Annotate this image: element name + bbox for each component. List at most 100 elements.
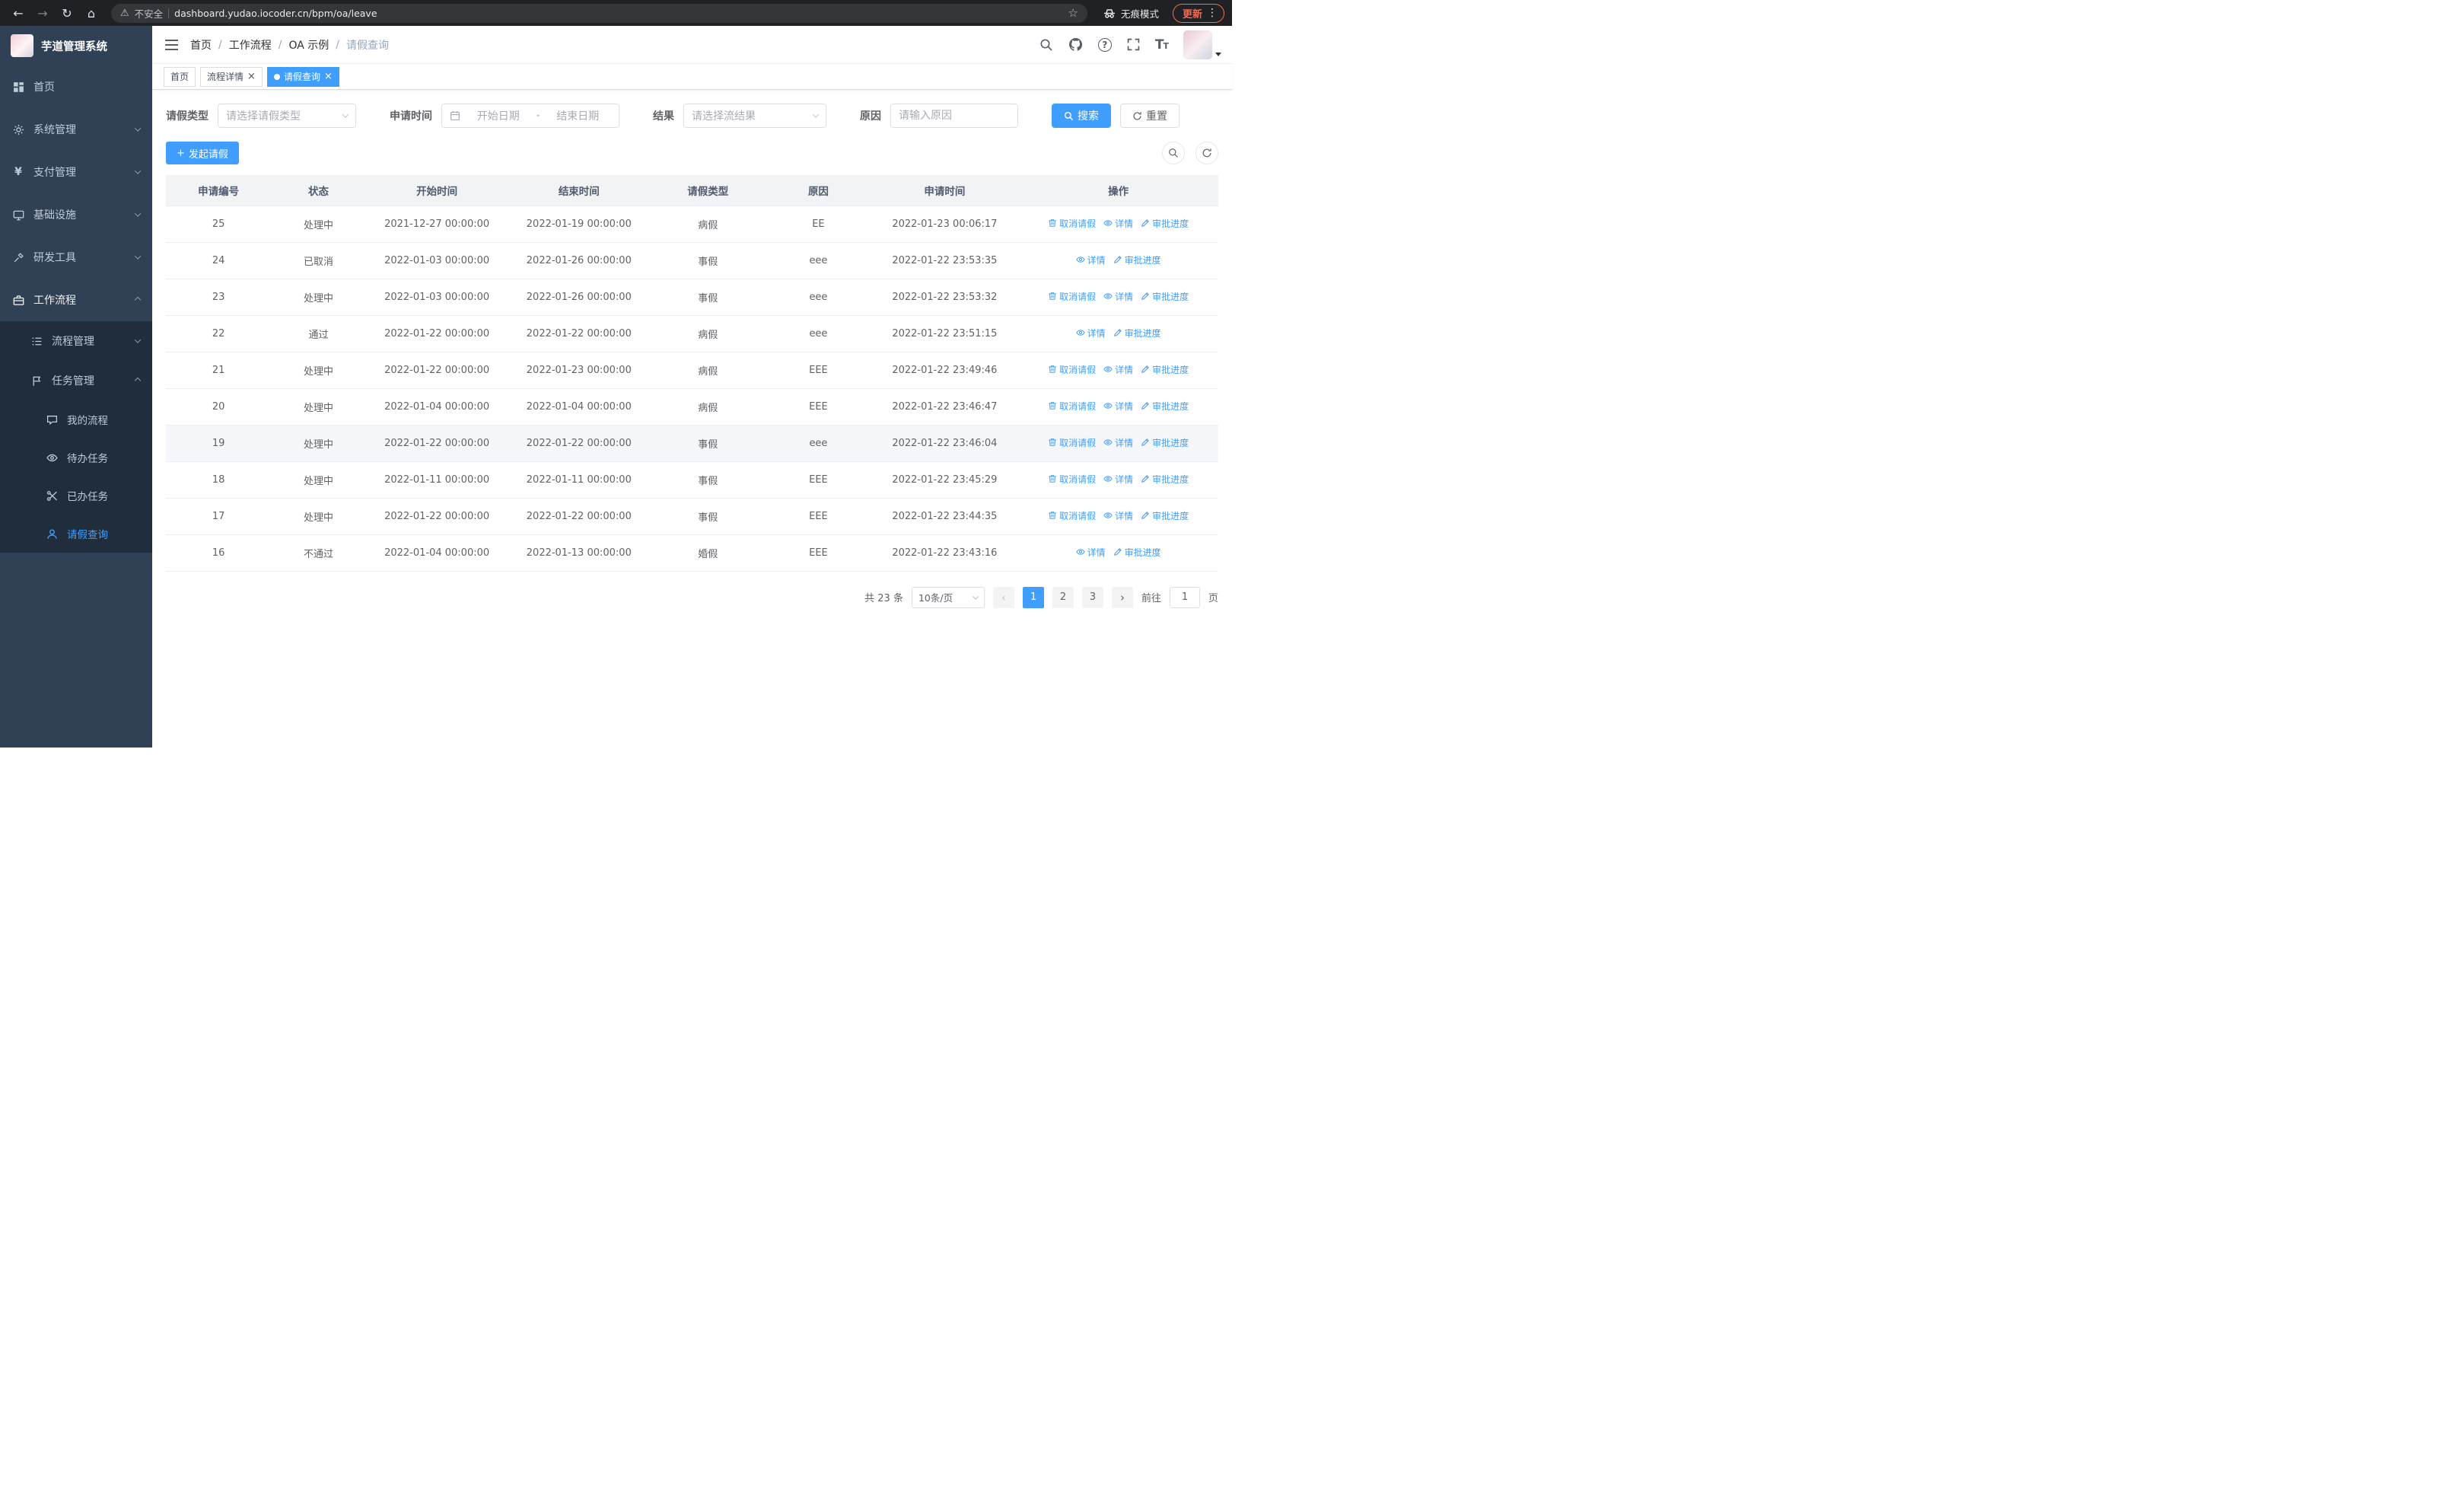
- incognito-label: 无痕模式: [1120, 8, 1159, 20]
- audit-progress-link[interactable]: 审批进度: [1141, 436, 1189, 449]
- reason-input[interactable]: [890, 104, 1018, 128]
- total-count: 共 23 条: [864, 593, 903, 604]
- github-icon[interactable]: [1068, 37, 1083, 52]
- detail-link[interactable]: 详情: [1103, 217, 1133, 230]
- browser-back-icon[interactable]: ←: [8, 2, 29, 24]
- page-button-1[interactable]: 1: [1022, 586, 1044, 608]
- caret-down-icon: [1215, 52, 1221, 56]
- page-button-3[interactable]: 3: [1081, 586, 1103, 608]
- user-menu[interactable]: [1183, 30, 1221, 59]
- breadcrumb-item[interactable]: OA 示例: [288, 37, 329, 53]
- leave-id-cell: 17: [166, 498, 272, 535]
- detail-link[interactable]: 详情: [1103, 509, 1133, 522]
- detail-link[interactable]: 详情: [1103, 473, 1133, 486]
- detail-link[interactable]: 详情: [1075, 327, 1106, 339]
- audit-progress-link[interactable]: 审批进度: [1113, 253, 1161, 266]
- fullscreen-icon[interactable]: [1127, 38, 1140, 51]
- cancel-leave-link[interactable]: 取消请假: [1048, 436, 1096, 449]
- audit-progress-link[interactable]: 审批进度: [1141, 473, 1189, 486]
- result-select[interactable]: 请选择流结果: [683, 104, 826, 128]
- next-page-button[interactable]: ›: [1111, 586, 1133, 608]
- reset-button[interactable]: 重置: [1120, 104, 1179, 128]
- sidebar-item-workflow[interactable]: 工作流程: [0, 279, 152, 321]
- font-size-icon[interactable]: TT: [1155, 37, 1169, 53]
- tab-leave-query[interactable]: 请假查询 ×: [266, 66, 339, 87]
- detail-link[interactable]: 详情: [1103, 290, 1133, 303]
- help-icon[interactable]: ?: [1097, 37, 1112, 52]
- audit-progress-link[interactable]: 审批进度: [1141, 363, 1189, 376]
- detail-link[interactable]: 详情: [1103, 436, 1133, 449]
- browser-home-icon[interactable]: ⌂: [81, 2, 102, 24]
- avatar[interactable]: [1183, 30, 1212, 59]
- audit-progress-link[interactable]: 审批进度: [1141, 290, 1189, 303]
- sidebar-item-leave-query[interactable]: 请假查询: [0, 515, 152, 553]
- table-row: 21 处理中 2022-01-22 00:00:00 2022-01-23 00:00…: [166, 352, 1218, 389]
- close-icon[interactable]: ×: [324, 72, 333, 81]
- sidebar-item-label: 已办任务: [67, 491, 108, 503]
- toggle-search-icon[interactable]: [1162, 142, 1185, 164]
- breadcrumb-item[interactable]: 首页: [190, 37, 212, 53]
- sidebar-item-label: 待办任务: [67, 453, 108, 465]
- leave-type-cell: 事假: [650, 461, 766, 499]
- browser-reload-icon[interactable]: ↻: [56, 2, 78, 24]
- search-icon[interactable]: [1039, 38, 1053, 52]
- browser-forward-icon[interactable]: →: [32, 2, 53, 24]
- sidebar-item-infrastructure[interactable]: 基础设施: [0, 193, 152, 236]
- browser-menu-icon[interactable]: ⋮: [1207, 7, 1218, 19]
- apply-time-cell: 2022-01-22 23:46:47: [871, 388, 1019, 426]
- sidebar-item-label: 支付管理: [33, 167, 76, 179]
- table-header-row: 申请编号 状态 开始时间 结束时间 请假类型 原因 申请时间 操作: [166, 175, 1218, 206]
- table-row: 19 处理中 2022-01-22 00:00:00 2022-01-22 00:00…: [166, 425, 1218, 462]
- eye-icon: [1103, 292, 1113, 301]
- sidebar-item-done-tasks[interactable]: 已办任务: [0, 477, 152, 515]
- breadcrumb-item[interactable]: 工作流程: [229, 37, 272, 53]
- cancel-leave-link[interactable]: 取消请假: [1048, 290, 1096, 303]
- leave-type-select[interactable]: 请选择请假类型: [218, 104, 356, 128]
- audit-progress-link[interactable]: 审批进度: [1141, 509, 1189, 522]
- update-label: 更新: [1182, 8, 1202, 21]
- browser-update-button[interactable]: 更新 ⋮: [1172, 3, 1224, 23]
- tab-home[interactable]: 首页: [164, 66, 196, 87]
- end-date-input[interactable]: 结束日期: [545, 108, 611, 123]
- audit-progress-link[interactable]: 审批进度: [1113, 546, 1161, 559]
- audit-progress-link[interactable]: 审批进度: [1113, 327, 1161, 339]
- column-header: 申请时间: [871, 175, 1019, 206]
- detail-link[interactable]: 详情: [1103, 400, 1133, 413]
- action-label: 详情: [1115, 364, 1134, 375]
- cancel-leave-link[interactable]: 取消请假: [1048, 473, 1096, 486]
- sidebar-item-system[interactable]: 系统管理: [0, 108, 152, 151]
- sidebar-item-payment[interactable]: ¥ 支付管理: [0, 151, 152, 193]
- address-bar[interactable]: ⚠ 不安全 dashboard.yudao.iocoder.cn/bpm/oa/…: [111, 3, 1087, 23]
- detail-link[interactable]: 详情: [1075, 546, 1106, 559]
- sidebar-item-process-management[interactable]: 流程管理: [0, 321, 152, 361]
- search-button[interactable]: 搜索: [1052, 104, 1111, 128]
- bookmark-star-icon[interactable]: ☆: [1068, 6, 1078, 20]
- refresh-icon[interactable]: [1195, 142, 1218, 164]
- page-button-2[interactable]: 2: [1052, 586, 1074, 608]
- sidebar-item-todo-tasks[interactable]: 待办任务: [0, 438, 152, 477]
- detail-link[interactable]: 详情: [1103, 363, 1133, 376]
- sidebar-item-devtools[interactable]: 研发工具: [0, 236, 152, 279]
- detail-link[interactable]: 详情: [1075, 253, 1106, 266]
- dashboard-icon: [12, 81, 24, 93]
- sidebar-item-task-management[interactable]: 任务管理: [0, 361, 152, 400]
- sidebar-item-home[interactable]: 首页: [0, 65, 152, 108]
- leave-type-label: 请假类型: [166, 110, 209, 123]
- cancel-leave-link[interactable]: 取消请假: [1048, 400, 1096, 413]
- tab-process-detail[interactable]: 流程详情 ×: [200, 66, 263, 87]
- sidebar-item-my-process[interactable]: 我的流程: [0, 400, 152, 438]
- apply-time-range-picker[interactable]: 开始日期 - 结束日期: [441, 104, 619, 128]
- cancel-leave-link[interactable]: 取消请假: [1048, 363, 1096, 376]
- goto-page-input[interactable]: [1169, 586, 1200, 608]
- cancel-leave-link[interactable]: 取消请假: [1048, 509, 1096, 522]
- audit-progress-link[interactable]: 审批进度: [1141, 400, 1189, 413]
- create-leave-button[interactable]: + 发起请假: [166, 142, 239, 164]
- prev-page-button[interactable]: ‹: [992, 586, 1014, 608]
- close-icon[interactable]: ×: [247, 72, 256, 81]
- start-date-input[interactable]: 开始日期: [465, 108, 531, 123]
- sidebar-toggle-icon[interactable]: [152, 26, 190, 64]
- cancel-leave-link[interactable]: 取消请假: [1048, 217, 1096, 230]
- reason-cell: eee: [766, 425, 871, 462]
- audit-progress-link[interactable]: 审批进度: [1141, 217, 1189, 230]
- page-size-select[interactable]: 10条/页: [911, 586, 985, 608]
